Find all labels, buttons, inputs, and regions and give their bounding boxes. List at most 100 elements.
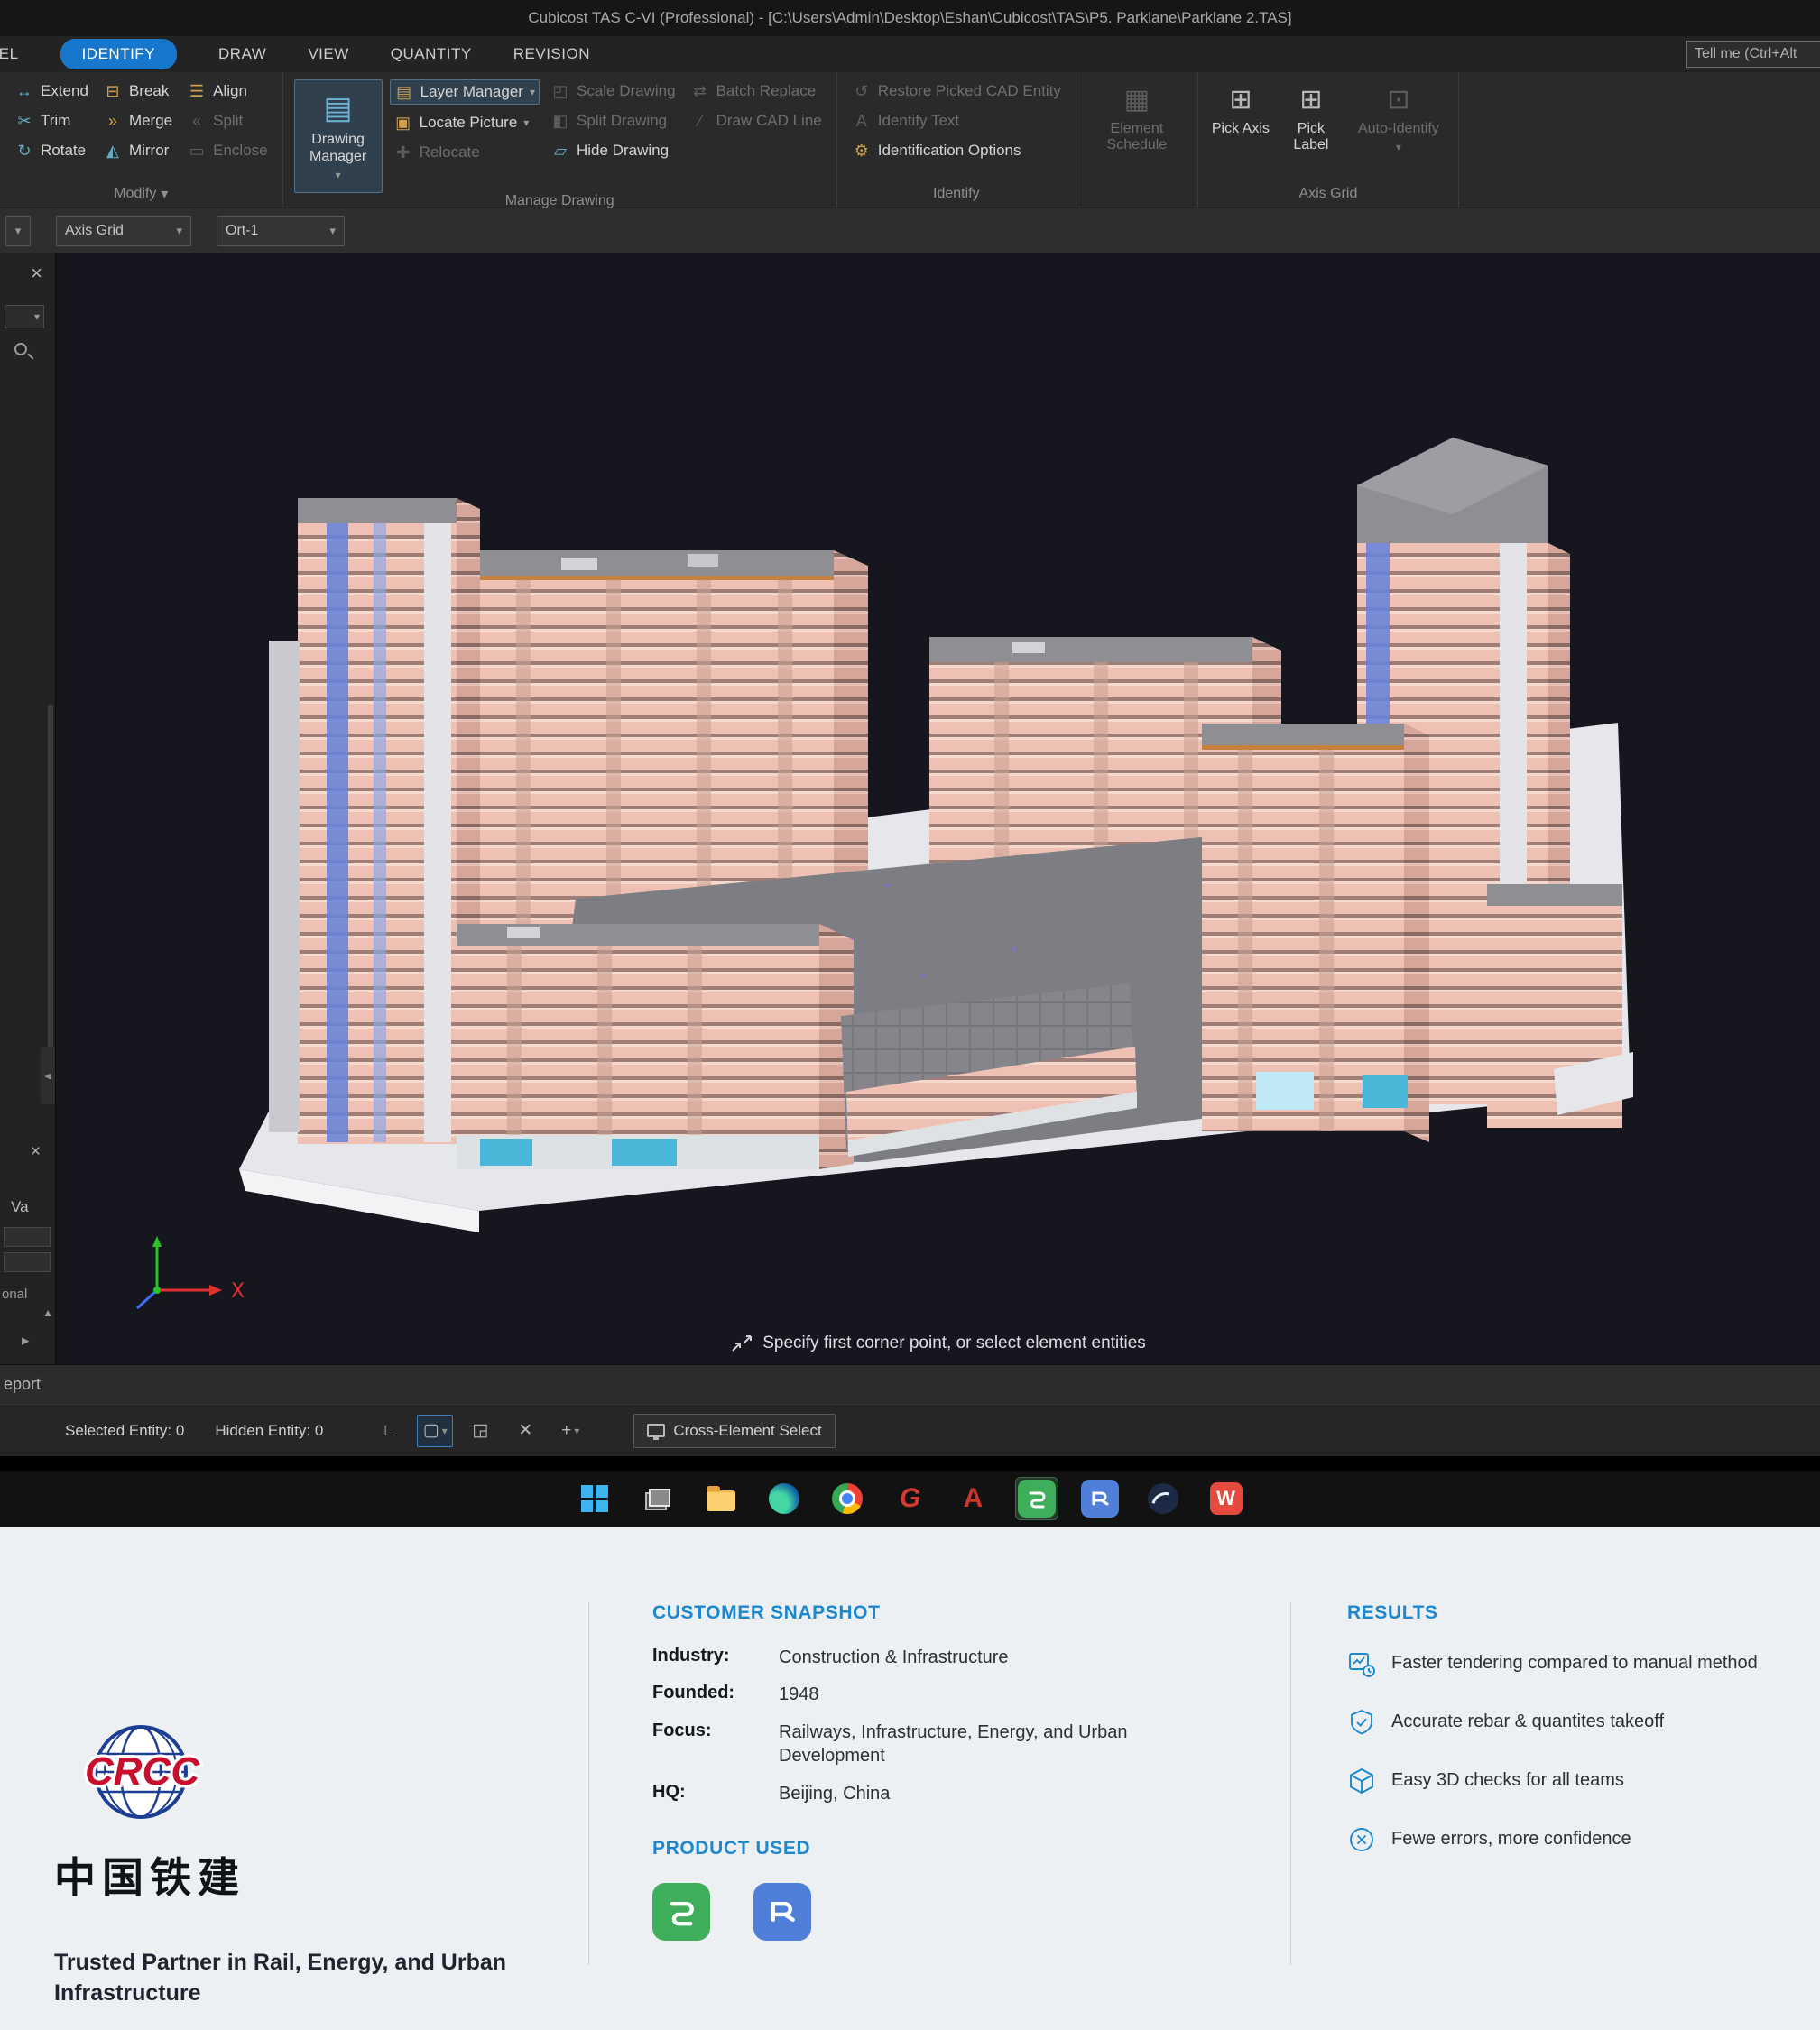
panel-close-button[interactable]: × <box>31 262 42 285</box>
start-button[interactable] <box>573 1477 616 1520</box>
mini-dropdown[interactable]: ▾ <box>5 216 31 246</box>
scale-drawing-icon: ◰ <box>550 81 570 101</box>
wps-button[interactable]: W <box>1205 1477 1248 1520</box>
folder-icon <box>707 1490 735 1511</box>
scale-drawing-button[interactable]: ◰Scale Drawing <box>547 79 679 103</box>
quick-toolbar: ▾ Axis Grid▾ Ort-1▾ <box>0 208 1820 253</box>
tab-model-partial[interactable]: DEL <box>0 45 19 63</box>
tendering-chart-icon <box>1347 1649 1376 1683</box>
result-item: Easy 3D checks for all teams <box>1347 1768 1793 1800</box>
element-schedule-button[interactable]: ▦ Element Schedule <box>1087 79 1187 153</box>
identification-options-button[interactable]: ⚙Identification Options <box>848 139 1065 162</box>
enclose-button[interactable]: ▭Enclose <box>183 139 271 162</box>
overlap-select-button[interactable]: ◲ <box>462 1415 498 1447</box>
tab-quantity[interactable]: QUANTITY <box>391 45 472 63</box>
split-drawing-button[interactable]: ◧Split Drawing <box>547 109 679 133</box>
crcc-chinese-name: 中国铁建 <box>54 1845 552 1905</box>
report-tab[interactable]: eport <box>4 1375 41 1394</box>
restore-picked-cad-entity-button[interactable]: ↺Restore Picked CAD Entity <box>848 79 1065 103</box>
panel-collapse-handle[interactable]: ◂ <box>41 1047 55 1104</box>
mirror-button[interactable]: ◭Mirror <box>99 139 176 162</box>
chrome-button[interactable] <box>826 1477 869 1520</box>
angle-icon: ∟ <box>382 1421 399 1441</box>
scroll-up-icon[interactable]: ▲ <box>42 1306 53 1319</box>
edge-button[interactable] <box>762 1477 806 1520</box>
cubicost-trb-button[interactable] <box>1078 1477 1122 1520</box>
snap-settings-button[interactable]: +▾ <box>552 1415 588 1447</box>
cubicost-tas-icon <box>1018 1480 1056 1518</box>
merge-button[interactable]: »Merge <box>99 109 176 133</box>
tab-identify[interactable]: IDENTIFY <box>60 39 177 69</box>
view-mode-dropdown[interactable]: Ort-1▾ <box>217 216 345 246</box>
customer-snapshot-table: Industry: Construction & Infrastructure … <box>652 1646 1254 1805</box>
panel-field[interactable] <box>4 1227 51 1247</box>
layer-manager-button[interactable]: ▤Layer Manager▾ <box>390 79 540 105</box>
lower-panel-close-button[interactable]: × <box>31 1142 41 1162</box>
break-button[interactable]: ⊟Break <box>99 79 176 103</box>
app-screen: Cubicost TAS C-VI (Professional) - [C:\U… <box>0 0 1820 2030</box>
dark-browser-button[interactable] <box>1141 1477 1185 1520</box>
cubicost-trb-product-icon <box>753 1883 811 1941</box>
tab-draw[interactable]: DRAW <box>218 45 266 63</box>
tell-me-search-input[interactable]: Tell me (Ctrl+Alt <box>1686 41 1820 68</box>
glodon-icon: G <box>900 1483 920 1514</box>
hidden-entity-count: Hidden Entity: 0 <box>215 1422 323 1440</box>
menu-bar: DEL IDENTIFY DRAW VIEW QUANTITY REVISION… <box>0 36 1820 72</box>
tab-view[interactable]: VIEW <box>308 45 348 63</box>
status-toolbar: ∟ ▢▾ ◲ ✕ +▾ <box>372 1415 588 1447</box>
file-explorer-button[interactable] <box>699 1477 743 1520</box>
locate-picture-button[interactable]: ▣Locate Picture▾ <box>390 111 540 134</box>
batch-replace-button[interactable]: ⇄Batch Replace <box>687 79 826 103</box>
task-view-button[interactable] <box>636 1477 679 1520</box>
edge-icon <box>769 1483 799 1514</box>
windows-taskbar: G A W <box>0 1471 1820 1527</box>
deselect-button[interactable]: ✕ <box>507 1415 543 1447</box>
chevron-down-icon: ▾ <box>176 224 182 238</box>
tab-revision[interactable]: REVISION <box>513 45 590 63</box>
layer-manager-icon: ▤ <box>394 82 414 102</box>
panel-expand-button[interactable]: ▸ <box>22 1332 30 1350</box>
crcc-logo: CRCC <box>69 1716 552 1838</box>
product-used-block: PRODUCT USED <box>652 1838 1254 1941</box>
pick-label-button[interactable]: ⊞Pick Label <box>1280 79 1343 153</box>
title-bar: Cubicost TAS C-VI (Professional) - [C:\U… <box>0 0 1820 36</box>
rotate-button[interactable]: ↻Rotate <box>11 139 92 162</box>
window-title: Cubicost TAS C-VI (Professional) - [C:\U… <box>528 9 1291 27</box>
locate-picture-icon: ▣ <box>393 113 413 133</box>
panel-field[interactable] <box>4 1252 51 1272</box>
identification-options-icon: ⚙ <box>852 141 872 161</box>
glodon-app-button[interactable]: G <box>889 1477 932 1520</box>
draw-cad-line-icon: ∕ <box>690 111 710 131</box>
search-icon[interactable] <box>14 343 27 355</box>
autocad-icon: A <box>964 1483 984 1514</box>
axis-grid-dropdown[interactable]: Axis Grid▾ <box>56 216 191 246</box>
hide-drawing-icon: ▱ <box>550 141 570 161</box>
identify-text-button[interactable]: AIdentify Text <box>848 109 1065 133</box>
model-viewport[interactable]: X Specify first corner point, or select … <box>56 253 1820 1364</box>
panel-dropdown[interactable]: ▾ <box>5 305 44 328</box>
autocad-button[interactable]: A <box>952 1477 995 1520</box>
trim-button[interactable]: ✂Trim <box>11 109 92 133</box>
chevron-down-icon: ▾ <box>336 169 341 181</box>
command-prompt: Specify first corner point, or select el… <box>56 1323 1820 1364</box>
drawing-manager-button[interactable]: ▤ Drawing Manager ▾ <box>294 79 383 193</box>
cubicost-tas-product-icon <box>652 1883 710 1941</box>
chevron-down-icon: ▾ <box>161 185 168 203</box>
align-button[interactable]: ☰Align <box>183 79 271 103</box>
cross-element-select-button[interactable]: Cross-Element Select <box>633 1414 835 1448</box>
pick-axis-button[interactable]: ⊞Pick Axis <box>1209 79 1272 137</box>
auto-identify-button[interactable]: ⊡Auto-Identify▾ <box>1350 79 1447 154</box>
mirror-icon: ◭ <box>103 141 123 161</box>
hide-drawing-button[interactable]: ▱Hide Drawing <box>547 139 679 162</box>
cubicost-tas-button[interactable] <box>1015 1477 1058 1520</box>
marquee-icon: ▢ <box>423 1420 439 1441</box>
extend-button[interactable]: ↔Extend <box>11 79 92 103</box>
ribbon-group-element-schedule: ▦ Element Schedule <box>1076 72 1198 208</box>
panel-scrollbar[interactable] <box>48 704 53 1083</box>
split-button[interactable]: «Split <box>183 109 271 133</box>
modify-group-label[interactable]: Modify▾ <box>11 180 272 208</box>
box-select-button[interactable]: ▢▾ <box>417 1415 453 1447</box>
relocate-button[interactable]: ✚Relocate <box>390 141 540 164</box>
draw-cad-line-button[interactable]: ∕Draw CAD Line <box>687 109 826 133</box>
ortho-angle-button[interactable]: ∟ <box>372 1415 408 1447</box>
